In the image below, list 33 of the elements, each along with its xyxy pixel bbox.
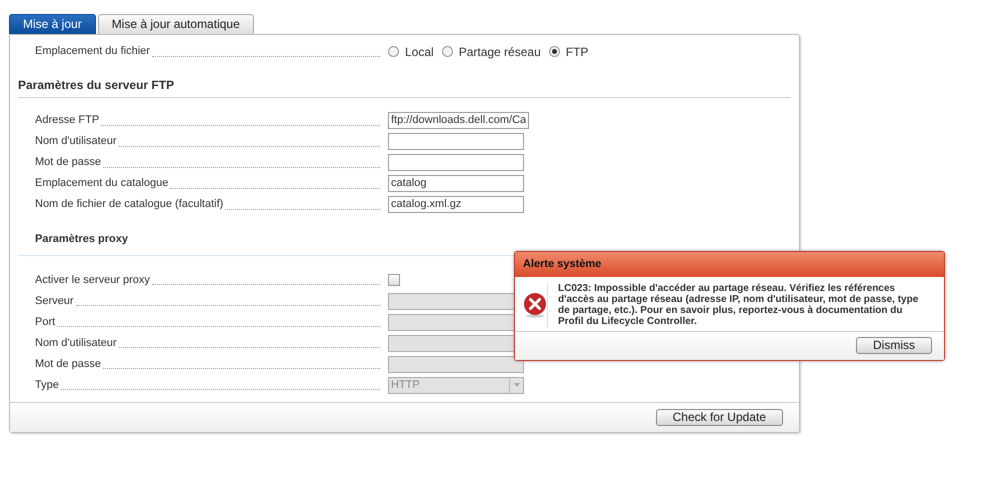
field-label: Nom d'utilisateur	[35, 336, 117, 351]
checkbox[interactable]	[388, 274, 400, 286]
field-label: Activer le serveur proxy	[35, 272, 150, 288]
section-heading: Paramètres du serveur FTP	[18, 76, 791, 98]
tab[interactable]: Mise à jour	[9, 14, 96, 34]
field-label: Adresse FTP	[35, 113, 100, 128]
radio-button[interactable]	[442, 46, 453, 57]
caret-icon	[514, 383, 520, 388]
input-field[interactable]	[388, 154, 524, 171]
field-label: Serveur	[35, 294, 74, 309]
tab[interactable]: Mise à jour automatique	[98, 14, 254, 34]
radio-label: Local	[405, 44, 434, 60]
input-field[interactable]: ftp://downloads.dell.com/Ca	[388, 112, 530, 129]
input-field[interactable]	[388, 133, 524, 150]
field-label: Mot de passe	[35, 356, 102, 372]
alert-title: Alerte système	[515, 252, 944, 276]
radio-label: FTP	[566, 44, 588, 60]
radio-button[interactable]	[548, 46, 560, 57]
radio-button[interactable]	[388, 46, 399, 57]
field-label: Port	[35, 314, 56, 330]
field-label: Nom d'utilisateur	[35, 134, 117, 150]
check-for-update-button[interactable]: Check for Update	[656, 409, 783, 426]
field-label: Mot de passe	[35, 155, 102, 170]
error-icon	[523, 292, 547, 318]
field-label: Type	[35, 378, 59, 393]
field-label: Nom de fichier de catalogue (facultatif)	[35, 197, 224, 212]
field-label: Emplacement du fichier	[35, 44, 150, 60]
radio-label: Partage réseau	[458, 44, 541, 60]
dismiss-button[interactable]: Dismiss	[856, 337, 932, 354]
input-field[interactable]: catalog	[388, 175, 524, 192]
field-label: Emplacement du catalogue	[35, 176, 168, 192]
input-field[interactable]: catalog.xml.gz	[388, 196, 524, 213]
alert-message: LC023: Impossible d'accéder au partage réseau. Vérifiez les références d'accès au partage réseau (adresse IP, nom d'utilisateur, mot de passe, type de partage, etc.). Pour en savoir plus, reportez-vous à documentation du Profil du Lifecycle Controller.	[557, 282, 920, 326]
